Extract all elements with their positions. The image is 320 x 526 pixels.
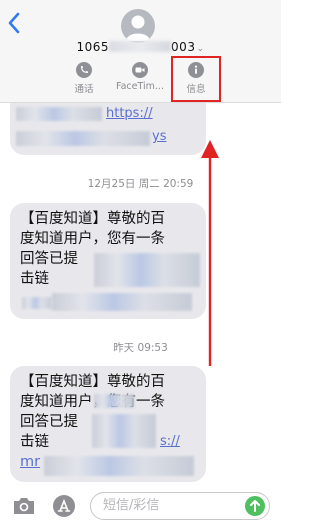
phone-icon xyxy=(76,62,92,78)
send-button[interactable] xyxy=(245,496,265,516)
redacted-text xyxy=(44,456,194,476)
app-store-icon[interactable] xyxy=(52,494,76,518)
arrow-up-icon xyxy=(250,500,260,512)
message-bubble[interactable]: https:// ys xyxy=(10,103,206,155)
chevron-down-icon: ⌄ xyxy=(196,44,205,54)
message-input[interactable]: 短信/彩信 xyxy=(90,492,270,520)
person-icon xyxy=(126,15,150,41)
message-link[interactable]: s:// xyxy=(160,432,180,452)
message-text-line: 度知道用户，您有一条 xyxy=(20,231,165,247)
back-chevron-icon[interactable] xyxy=(4,10,26,36)
call-action-label: 通话 xyxy=(74,84,94,95)
message-timestamp: 昨天 09:53 xyxy=(113,342,168,354)
message-text-line: 【百度知道】尊敬的百 xyxy=(20,374,165,390)
facetime-action-label: FaceTim... xyxy=(116,81,164,92)
message-link[interactable]: https:// xyxy=(106,104,153,124)
facetime-action[interactable]: FaceTim... xyxy=(110,62,170,92)
composer-bar: 短信/彩信 xyxy=(0,488,281,525)
message-bubble[interactable]: 【百度知道】尊敬的百 度知道用户，您有一条 回答已提 击链 mr s:// xyxy=(10,366,206,482)
redacted-text xyxy=(92,414,156,448)
contact-number[interactable]: 1065 003⌄ xyxy=(0,40,281,54)
redacted-text xyxy=(16,107,102,121)
redacted-text xyxy=(94,253,200,287)
message-link[interactable]: ys xyxy=(152,127,166,147)
redacted-text xyxy=(16,131,150,146)
redacted-text xyxy=(22,297,52,309)
contact-number-prefix: 1065 xyxy=(76,40,110,54)
conversation-header: 1065 003⌄ 通话 FaceTim... 信息 xyxy=(0,0,281,103)
annotation-highlight-box xyxy=(171,56,221,102)
contact-number-suffix: 003 xyxy=(171,40,196,54)
redacted-text xyxy=(94,394,134,408)
call-action[interactable]: 通话 xyxy=(54,62,114,95)
message-input-placeholder: 短信/彩信 xyxy=(103,498,160,513)
contact-avatar[interactable] xyxy=(121,9,155,43)
redacted-text xyxy=(52,293,192,311)
camera-icon[interactable] xyxy=(12,496,36,516)
message-timestamp: 12月25日 周二 20:59 xyxy=(87,178,194,190)
redacted-number xyxy=(109,41,172,52)
video-icon xyxy=(132,62,148,78)
message-text-line: 【百度知道】尊敬的百 xyxy=(20,211,165,227)
message-bubble[interactable]: 【百度知道】尊敬的百 度知道用户，您有一条 回答已提 击链 xyxy=(10,203,206,319)
